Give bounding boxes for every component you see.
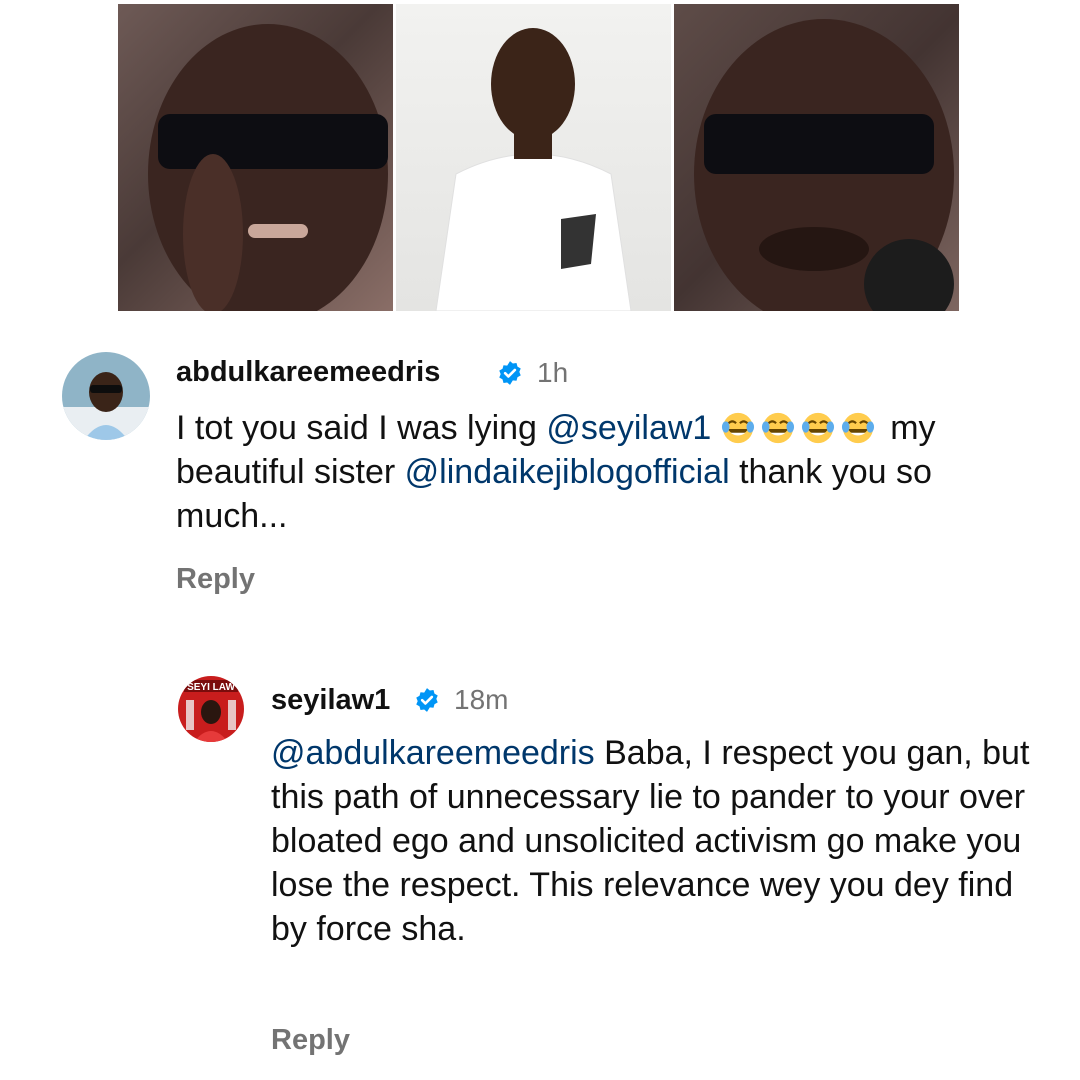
comment-text: I tot you said I was lying [176, 409, 547, 447]
avatar-abdulkareemeedris[interactable] [62, 352, 150, 440]
comment-timestamp: 18m [454, 684, 509, 715]
avatar-logo-text: SEYI LAW [187, 682, 235, 693]
photo-panel-right [674, 4, 959, 311]
comment-body: @abdulkareemeedris Baba, I respect you g… [271, 731, 1031, 951]
tears-of-joy-emoji-icon [801, 411, 835, 445]
photo-panel-middle [396, 4, 671, 311]
reply-button[interactable]: Reply [176, 563, 255, 596]
verified-badge-icon [414, 687, 440, 713]
avatar-seyilaw1[interactable]: SEYI LAW [178, 676, 244, 742]
photo-panel-left [118, 4, 393, 311]
mention-link[interactable]: @seyilaw1 [546, 409, 711, 447]
tears-of-joy-emoji-icon [721, 411, 755, 445]
reply-button[interactable]: Reply [271, 1024, 350, 1057]
comment-body: I tot you said I was lying @seyilaw1 my … [176, 409, 936, 535]
mention-link[interactable]: @abdulkareemeedris [271, 734, 595, 772]
tears-of-joy-emoji-icon [761, 411, 795, 445]
comment-timestamp: 1h [537, 357, 569, 388]
post-image-collage[interactable] [118, 4, 959, 311]
mention-link[interactable]: @lindaikejiblogofficial [405, 453, 730, 491]
comment-username[interactable]: abdulkareemeedris [176, 356, 440, 389]
verified-badge-icon [497, 360, 523, 386]
tears-of-joy-emoji-icon [841, 411, 875, 445]
comment-username[interactable]: seyilaw1 [271, 684, 390, 717]
